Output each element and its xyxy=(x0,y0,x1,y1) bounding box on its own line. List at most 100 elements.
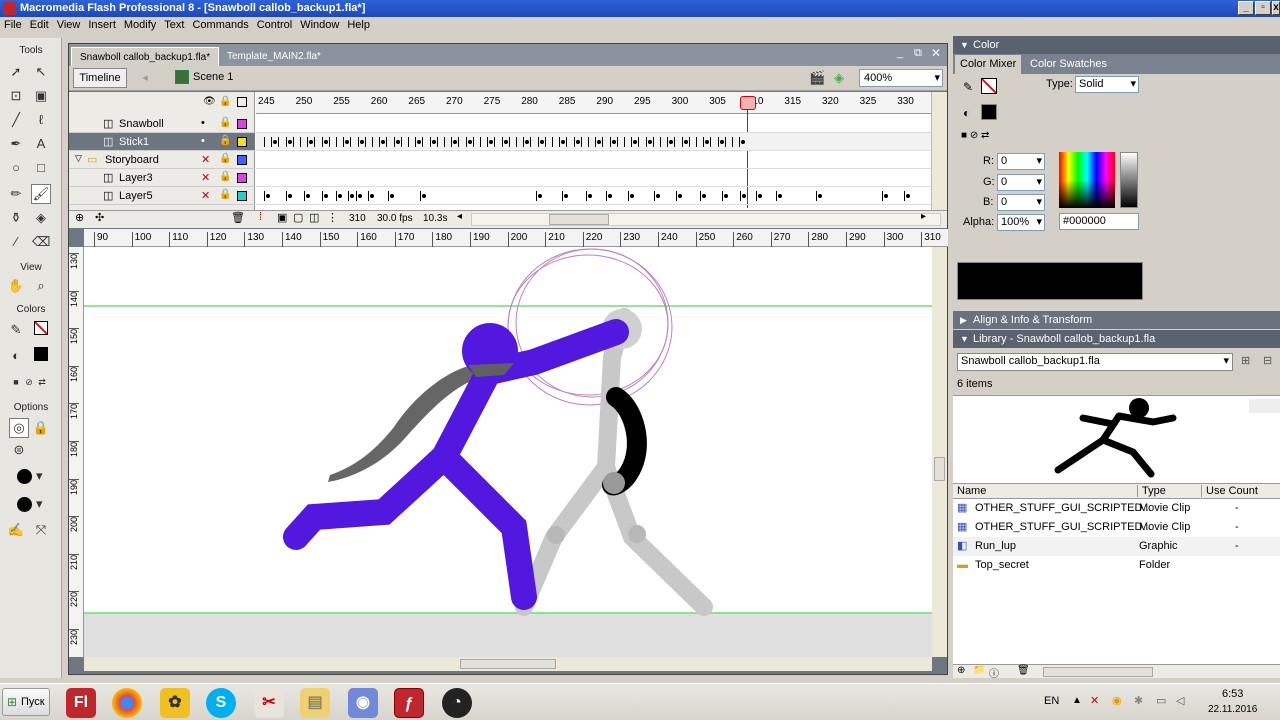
modify-markers-icon[interactable]: ⋮ xyxy=(327,211,338,224)
hidden-x-icon[interactable]: ✕ xyxy=(201,171,210,184)
mixer-stroke-swatch[interactable] xyxy=(981,78,997,94)
text-tool-icon[interactable]: A xyxy=(31,134,51,154)
type-select[interactable]: Solid ▾ xyxy=(1075,76,1139,93)
mixer-fill-swatch[interactable] xyxy=(981,104,997,120)
selection-tool-icon[interactable]: ➚ xyxy=(6,62,26,82)
language-indicator[interactable]: EN xyxy=(1044,695,1059,707)
layer-row-snawboll[interactable]: ◫ Snawboll • 🔒 xyxy=(69,115,255,133)
layer-lock-icon[interactable]: 🔒 xyxy=(219,117,231,128)
clock-date[interactable]: 22.11.2016 xyxy=(1208,704,1257,715)
layer-lock-icon[interactable]: 🔒 xyxy=(219,189,231,200)
layer-frames[interactable] xyxy=(256,133,931,151)
lock-fill-icon[interactable]: 🔒 xyxy=(31,418,51,438)
clock-time[interactable]: 6:53 xyxy=(1222,688,1243,700)
hex-input[interactable]: #000000 xyxy=(1059,213,1139,230)
menu-edit[interactable]: Edit xyxy=(26,19,53,31)
smooth-icon[interactable]: ✍ xyxy=(6,520,26,540)
menu-text[interactable]: Text xyxy=(160,19,188,31)
stage-vscroll-thumb[interactable] xyxy=(934,457,945,481)
timeline-toggle-button[interactable]: Timeline xyxy=(73,68,127,88)
col-name[interactable]: Name xyxy=(957,485,986,497)
menu-file[interactable]: File xyxy=(0,19,26,31)
ink-bottle-tool-icon[interactable]: ⚱ xyxy=(6,208,26,228)
timeline-hscroll-thumb[interactable] xyxy=(549,214,609,225)
mixer-bw-icon[interactable]: ■ ⊘ ⇄ xyxy=(961,130,989,141)
tray-display-icon[interactable]: ▭ xyxy=(1156,694,1166,707)
layer-color-icon[interactable] xyxy=(237,173,247,183)
start-button[interactable]: ⊞ Пуск xyxy=(2,688,50,716)
discord-icon[interactable]: ◉ xyxy=(348,688,378,718)
scroll-left-icon[interactable]: ◂ xyxy=(457,211,462,222)
stage-hscroll-thumb[interactable] xyxy=(460,659,556,669)
chrome-icon[interactable] xyxy=(112,688,142,718)
layer-lock-icon[interactable]: 🔒 xyxy=(219,153,231,164)
flash-player-icon[interactable]: ƒ xyxy=(394,688,424,718)
brush-size-dropdown[interactable]: ▾ xyxy=(6,466,54,486)
oval-tool-icon[interactable]: ○ xyxy=(6,158,26,178)
rectangle-tool-icon[interactable]: □ xyxy=(31,158,51,178)
onion-skin-icon[interactable]: ▣ xyxy=(277,211,287,224)
tab-color-mixer[interactable]: Color Mixer xyxy=(955,55,1022,74)
visible-dot-icon[interactable]: • xyxy=(201,117,205,129)
menu-modify[interactable]: Modify xyxy=(120,19,160,31)
paint-bucket-tool-icon[interactable]: ◈ xyxy=(31,208,51,228)
b-input[interactable]: 0 ▾ xyxy=(997,194,1045,211)
zoom-tool-icon[interactable]: ⌕ xyxy=(31,276,51,296)
layer-row-stick1[interactable]: ◫ Stick1 • 🔒 xyxy=(69,133,255,151)
file-explorer-icon[interactable]: ▤ xyxy=(300,688,330,718)
tray-network-icon[interactable]: ✕ xyxy=(1090,694,1099,707)
layer-color-icon[interactable] xyxy=(237,119,247,129)
brush-mode-icon[interactable]: ◎ xyxy=(9,418,29,438)
stroke-color-icon[interactable]: ✎ xyxy=(6,320,26,340)
new-symbol-icon[interactable]: ⊕ xyxy=(957,665,965,676)
tray-expand-icon[interactable]: ▲ xyxy=(1072,695,1082,706)
stage-hscroll[interactable] xyxy=(84,657,932,671)
layer-frames[interactable] xyxy=(256,151,931,169)
free-transform-tool-icon[interactable]: ⊡ xyxy=(6,86,26,106)
center-frame-icon[interactable]: ⁞ xyxy=(259,211,262,223)
layer-row-layer3[interactable]: ◫ Layer3 ✕ 🔒 xyxy=(69,169,255,187)
layer-lock-icon[interactable]: 🔒 xyxy=(219,171,231,182)
library-document-select[interactable]: Snawboll callob_backup1.fla ▾ xyxy=(957,353,1233,371)
eraser-tool-icon[interactable]: ⌫ xyxy=(31,232,51,252)
flash-taskbar-icon[interactable]: Fl xyxy=(66,688,96,718)
pen-tool-icon[interactable]: ✒ xyxy=(6,134,26,154)
straighten-icon[interactable]: ⤧ xyxy=(31,520,51,540)
layer-color-icon[interactable] xyxy=(237,155,247,165)
layer-color-icon[interactable] xyxy=(237,137,247,147)
fill-bucket-icon[interactable]: ◐ xyxy=(963,106,970,120)
skype-icon[interactable]: S xyxy=(206,688,236,718)
back-arrow-icon[interactable]: ◂ xyxy=(137,68,153,88)
doc-tab-template[interactable]: Template_MAIN2.fla* xyxy=(219,47,329,66)
col-use-count[interactable]: Use Count xyxy=(1201,485,1258,497)
library-row[interactable]: ◧ Run_lup Graphic - xyxy=(953,537,1280,556)
layer-lock-icon[interactable]: 🔒 xyxy=(219,135,231,146)
layer-row-storyboard[interactable]: ▽ ▭ Storyboard ✕ 🔒 xyxy=(69,151,255,169)
layer-frames[interactable] xyxy=(256,169,931,187)
stroke-swatch[interactable] xyxy=(31,320,51,340)
folder-toggle-icon[interactable]: ▽ xyxy=(75,153,82,164)
onion-outline-icon[interactable]: ▢ xyxy=(293,211,303,224)
brush-shape-dropdown[interactable]: ▾ xyxy=(6,494,54,514)
fill-swatch[interactable] xyxy=(31,346,51,366)
library-row[interactable]: ▦ OTHER_STUFF_GUI_SCRIPTED... Movie Clip - xyxy=(953,499,1280,518)
menu-help[interactable]: Help xyxy=(343,19,374,31)
delete-item-icon[interactable]: 🗑 xyxy=(1017,665,1030,676)
stroke-pencil-icon[interactable]: ✎ xyxy=(963,80,973,94)
lock-icon[interactable]: 🔒 xyxy=(219,96,231,107)
restore-button[interactable]: ▫ xyxy=(1255,1,1271,15)
menu-insert[interactable]: Insert xyxy=(84,19,120,31)
tray-settings-icon[interactable]: ✱ xyxy=(1134,694,1143,707)
library-panel-header[interactable]: ▼ Library - Snawboll callob_backup1.fla xyxy=(953,330,1280,348)
edit-multiple-icon[interactable]: ◫ xyxy=(309,211,319,224)
minimize-button[interactable]: _ xyxy=(1238,1,1254,15)
layer-frames[interactable] xyxy=(256,187,931,205)
tray-volume-icon[interactable]: ◁ xyxy=(1176,694,1184,707)
r-input[interactable]: 0 ▾ xyxy=(997,153,1045,170)
layer-row-layer5[interactable]: ◫ Layer5 ✕ 🔒 xyxy=(69,187,255,205)
library-row[interactable]: ▦ OTHER_STUFF_GUI_SCRIPTED... Movie Clip - xyxy=(953,518,1280,537)
tray-app-icon[interactable]: ◉ xyxy=(1112,694,1122,707)
new-folder-icon[interactable]: 📁 xyxy=(973,665,985,676)
timeline-hscroll[interactable] xyxy=(471,213,941,226)
menu-window[interactable]: Window xyxy=(296,19,343,31)
